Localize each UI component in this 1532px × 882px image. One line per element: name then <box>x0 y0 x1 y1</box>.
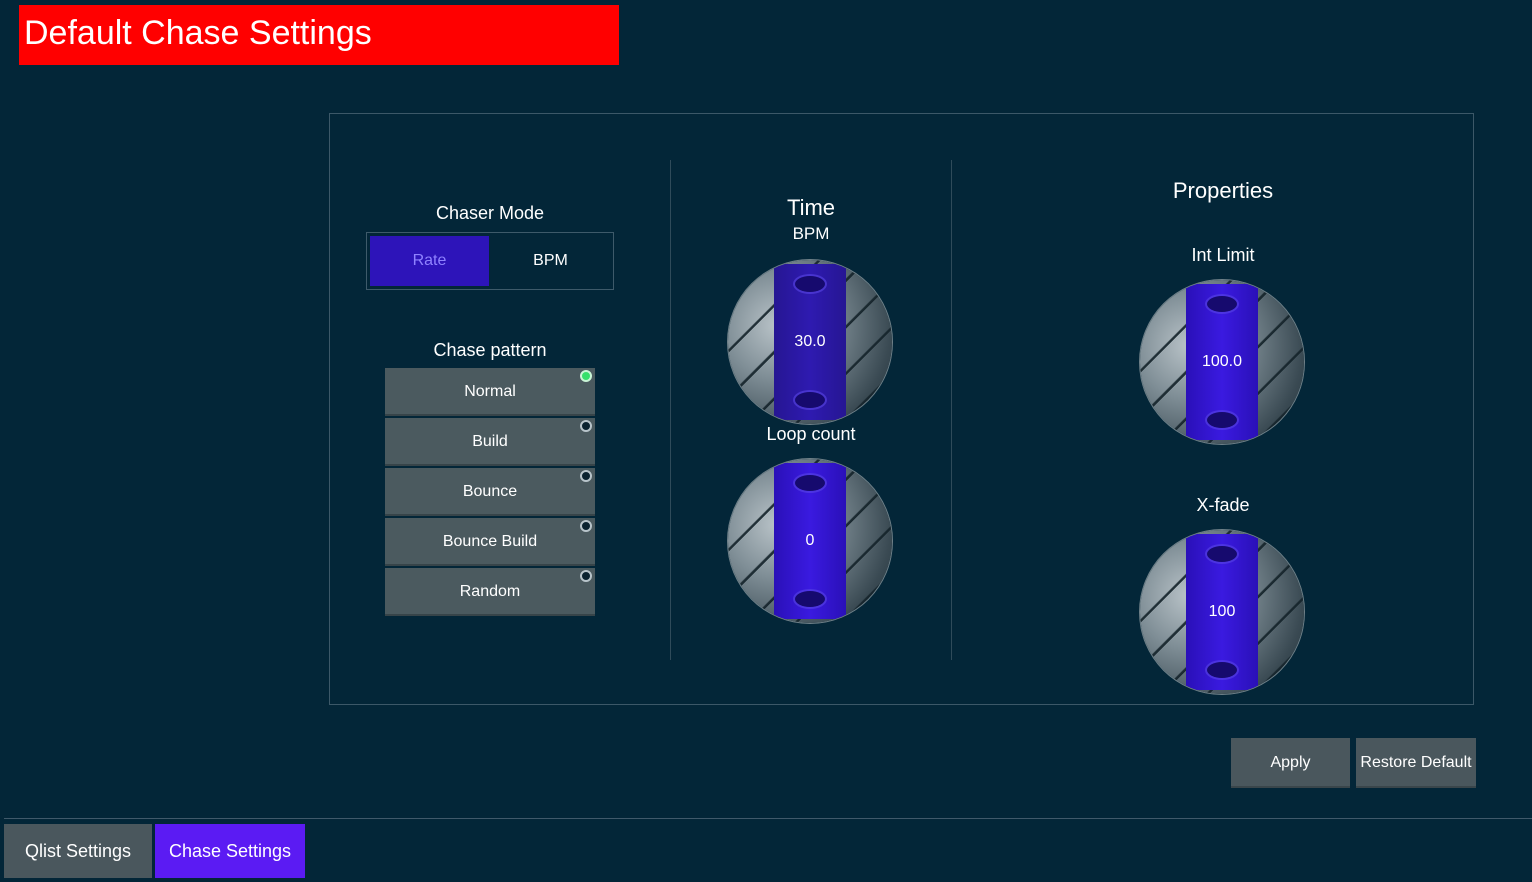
tab-qlist-settings[interactable]: Qlist Settings <box>4 824 152 878</box>
apply-button[interactable]: Apply <box>1231 738 1350 788</box>
xfade-label: X-fade <box>1196 495 1250 515</box>
column-divider <box>951 160 952 660</box>
mode-bpm-button[interactable]: BPM <box>491 236 610 286</box>
int-limit-label: Int Limit <box>1191 245 1255 265</box>
settings-panel: Chaser Mode Rate BPM Chase pattern Norma… <box>329 113 1474 705</box>
int-limit-value-text: 100.0 <box>1201 353 1243 370</box>
page-title: Default Chase Settings <box>19 5 619 65</box>
pattern-random-button[interactable]: Random <box>385 568 595 616</box>
radio-indicator-icon <box>580 420 592 432</box>
grip-icon <box>1207 412 1237 428</box>
pattern-label: Bounce <box>462 483 518 500</box>
radio-indicator-icon <box>580 370 592 382</box>
bpm-knob[interactable]: 30.0 <box>728 260 892 424</box>
chase-pattern-list: Normal Build Bounce Bounce Build Random <box>385 368 595 618</box>
radio-indicator-icon <box>580 520 592 532</box>
chaser-mode-label: Chaser Mode <box>435 203 545 223</box>
mode-rate-button[interactable]: Rate <box>370 236 489 286</box>
bpm-value-text: 30.0 <box>794 333 826 350</box>
restore-default-button[interactable]: Restore Default <box>1356 738 1476 788</box>
loop-count-value[interactable]: 0 <box>774 463 846 619</box>
tab-chase-settings[interactable]: Chase Settings <box>155 824 305 878</box>
pattern-bounce-build-button[interactable]: Bounce Build <box>385 518 595 566</box>
xfade-value-text: 100 <box>1208 603 1236 620</box>
tab-bar-divider <box>4 818 1532 819</box>
loop-count-label: Loop count <box>766 424 856 444</box>
pattern-build-button[interactable]: Build <box>385 418 595 466</box>
grip-icon <box>1207 546 1237 562</box>
pattern-normal-button[interactable]: Normal <box>385 368 595 416</box>
grip-icon <box>1207 296 1237 312</box>
int-limit-value[interactable]: 100.0 <box>1186 284 1258 440</box>
pattern-label: Random <box>459 583 521 600</box>
radio-indicator-icon <box>580 570 592 582</box>
column-divider <box>670 160 671 660</box>
grip-icon <box>795 475 825 491</box>
chase-pattern-label: Chase pattern <box>433 340 547 360</box>
xfade-value[interactable]: 100 <box>1186 534 1258 690</box>
bpm-label: BPM <box>792 224 830 243</box>
pattern-label: Build <box>472 433 508 450</box>
pattern-bounce-button[interactable]: Bounce <box>385 468 595 516</box>
loop-count-knob[interactable]: 0 <box>728 459 892 623</box>
pattern-label: Normal <box>464 383 516 400</box>
loop-count-value-text: 0 <box>805 532 815 549</box>
int-limit-knob[interactable]: 100.0 <box>1140 280 1304 444</box>
grip-icon <box>795 591 825 607</box>
pattern-label: Bounce Build <box>442 533 538 550</box>
bpm-value[interactable]: 30.0 <box>774 264 846 420</box>
chaser-mode-toggle: Rate BPM <box>366 232 614 290</box>
grip-icon <box>1207 662 1237 678</box>
radio-indicator-icon <box>580 470 592 482</box>
grip-icon <box>795 392 825 408</box>
xfade-knob[interactable]: 100 <box>1140 530 1304 694</box>
grip-icon <box>795 276 825 292</box>
properties-heading: Properties <box>1172 178 1274 203</box>
time-heading: Time <box>786 195 836 220</box>
